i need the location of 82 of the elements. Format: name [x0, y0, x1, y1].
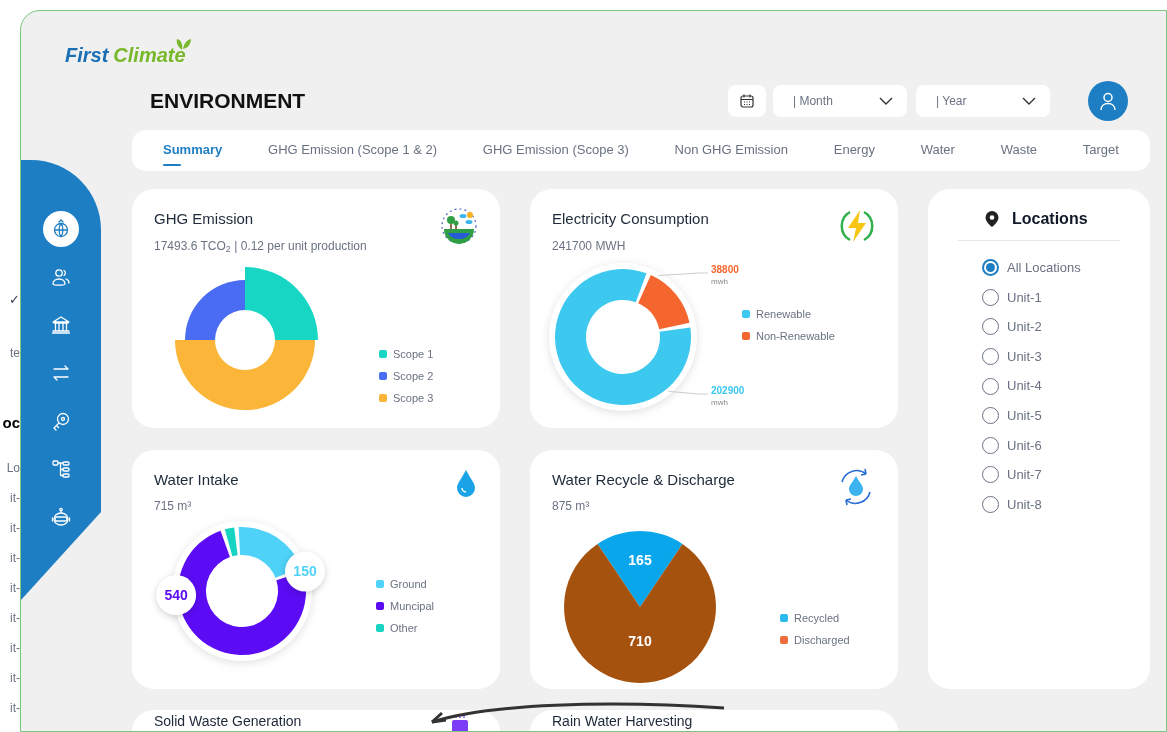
- background-field-text: te: [10, 345, 20, 362]
- unit-label: mwh: [711, 398, 728, 407]
- card-subtitle: 241700 MWH: [552, 237, 627, 255]
- leader-line: [658, 272, 709, 276]
- logo: First Climate: [65, 37, 192, 67]
- legend-label: Scope 2: [393, 369, 434, 383]
- hierarchy-icon: [51, 459, 71, 479]
- location-radio-option[interactable]: Unit-2: [982, 312, 1120, 342]
- year-placeholder: | Year: [936, 93, 968, 110]
- location-radio-option[interactable]: All Locations: [982, 253, 1120, 283]
- tab[interactable]: Waste: [1000, 139, 1038, 162]
- card-subtitle: 875 m³: [552, 498, 591, 515]
- background-option: it-: [10, 488, 20, 508]
- card-title: Electricity Consumption: [552, 209, 709, 229]
- user-avatar-button[interactable]: [1088, 81, 1128, 121]
- background-check-mark: ✓: [9, 291, 20, 309]
- key-icon: [51, 411, 71, 431]
- legend-label: Recycled: [794, 610, 840, 625]
- robot-icon: [51, 507, 71, 527]
- card-subtitle: 715 m³: [154, 498, 193, 515]
- legend-label: Discharged: [794, 632, 850, 647]
- users-icon: [51, 267, 71, 287]
- value-label: 202900: [711, 385, 745, 396]
- user-icon: [1098, 91, 1118, 111]
- background-option: it-: [10, 608, 20, 628]
- location-radio-option[interactable]: Unit-8: [982, 489, 1120, 520]
- leader-line: [668, 390, 709, 395]
- month-dropdown[interactable]: | Month: [773, 85, 907, 117]
- card-subtitle: 17493.6 TCO$_{2}$ | 0.12 per unit production: [154, 237, 367, 255]
- legend-label: Non-Renewable: [756, 329, 835, 343]
- background-option: it-: [10, 548, 20, 568]
- card-title: Solid Waste Generation: [154, 713, 302, 730]
- sidebar-nav-button[interactable]: [43, 211, 79, 247]
- tab[interactable]: Target: [1082, 139, 1119, 162]
- background-option: it-: [10, 698, 20, 718]
- swap-arrows-icon: [51, 363, 71, 383]
- value-label: 165: [628, 551, 652, 568]
- tab[interactable]: Water: [920, 139, 955, 162]
- value-label: 710: [628, 632, 652, 649]
- chevron-down-icon: [879, 97, 893, 105]
- location-radio-option[interactable]: Unit-7: [982, 460, 1120, 490]
- month-placeholder: | Month: [793, 93, 834, 110]
- background-option: it-: [10, 518, 20, 538]
- page-title: ENVIRONMENT: [149, 88, 307, 115]
- data-label: 540: [164, 586, 189, 603]
- card-title: Water Recycle & Discharge: [552, 469, 735, 490]
- legend-label: Muncipal: [390, 598, 435, 613]
- chevron-down-icon: [1022, 97, 1036, 105]
- bank-icon: [51, 315, 71, 335]
- tab[interactable]: Energy: [833, 139, 875, 162]
- background-option: Lo: [6, 458, 20, 478]
- location-radio-option[interactable]: Unit-1: [982, 282, 1120, 313]
- data-label: 150: [293, 562, 317, 579]
- globe-icon: [51, 219, 71, 239]
- legend-label: Renewable: [756, 307, 812, 321]
- earth-scene-icon: [440, 207, 478, 245]
- radio-button[interactable]: [982, 259, 999, 277]
- unit-label: mwh: [711, 277, 728, 286]
- legend-label: Other: [390, 620, 418, 635]
- location-radio-option[interactable]: Unit-3: [982, 341, 1120, 372]
- tab[interactable]: GHG Emission (Scope 3): [482, 139, 629, 162]
- background-option: it-: [10, 578, 20, 598]
- tab[interactable]: GHG Emission (Scope 1 & 2): [268, 139, 438, 162]
- card-title: Locations: [1012, 209, 1088, 229]
- location-radio-option[interactable]: Unit-5: [982, 400, 1120, 431]
- tab[interactable]: Non GHG Emission: [674, 139, 788, 162]
- legend-label: Scope 3: [393, 391, 434, 405]
- location-pin-icon: [984, 210, 1000, 228]
- year-dropdown[interactable]: | Year: [916, 85, 1050, 117]
- calendar-icon: [739, 93, 755, 109]
- value-label: 38800: [711, 264, 739, 275]
- card-title: Rain Water Harvesting: [552, 713, 693, 730]
- card-title: Water Intake: [154, 469, 239, 490]
- card-title: GHG Emission: [154, 209, 255, 229]
- legend-label: Ground: [390, 576, 427, 591]
- location-radio-option[interactable]: Unit-6: [982, 430, 1120, 461]
- background-option: it-: [10, 668, 20, 688]
- location-radio-option[interactable]: Unit-4: [982, 371, 1120, 401]
- legend-label: Scope 1: [393, 347, 434, 361]
- background-heading: oc: [2, 413, 20, 433]
- calendar-button[interactable]: [728, 85, 766, 117]
- background-option: it-: [10, 638, 20, 658]
